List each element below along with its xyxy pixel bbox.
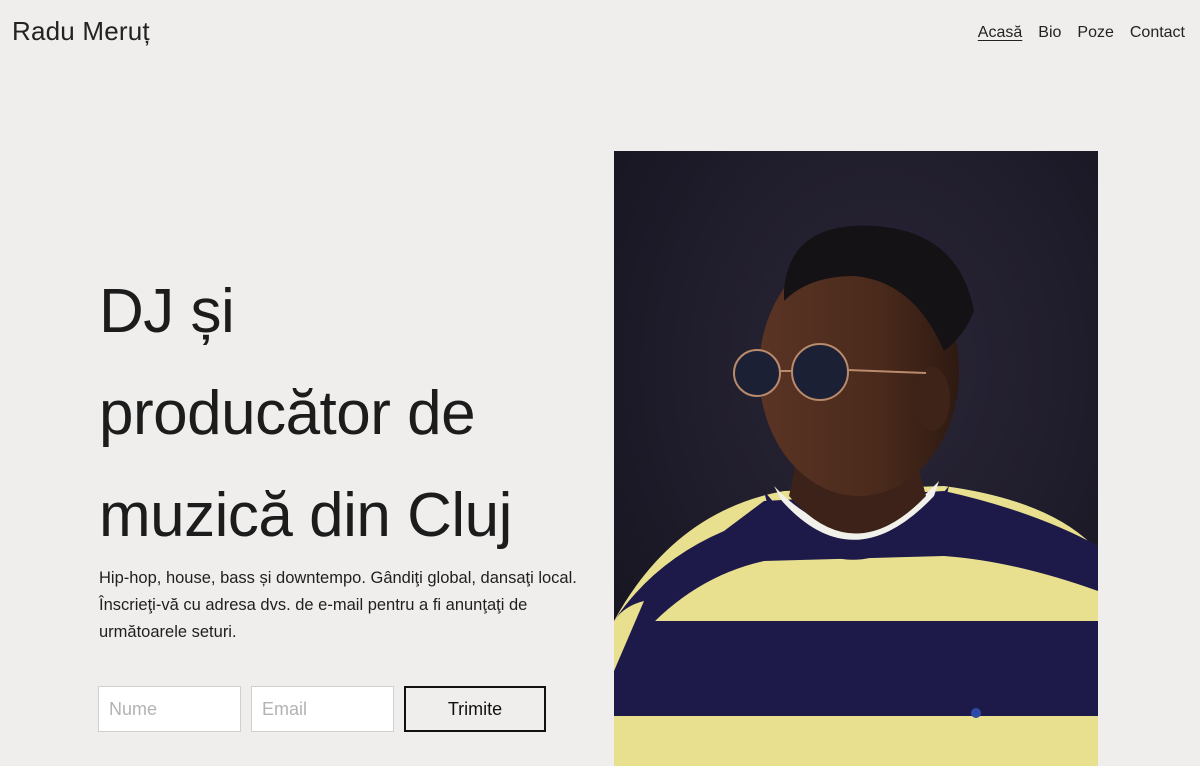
submit-button[interactable]: Trimite	[404, 686, 546, 732]
dj-portrait-photo	[614, 151, 1098, 766]
nav-link-contact[interactable]: Contact	[1130, 24, 1185, 42]
main-nav: Acasă Bio Poze Contact	[978, 24, 1185, 42]
nav-link-poze[interactable]: Poze	[1077, 24, 1113, 42]
nav-link-bio[interactable]: Bio	[1038, 24, 1061, 42]
site-title[interactable]: Radu Meruț	[12, 16, 150, 47]
portrait-illustration	[614, 151, 1098, 766]
hero-heading-line-2: producător de	[99, 379, 476, 448]
hero-heading-line-3: muzică din Cluj	[99, 481, 512, 550]
hero-heading: DJ și producător de muzică din Cluj	[99, 261, 579, 567]
signup-form: Trimite	[98, 686, 546, 732]
nav-link-acasa[interactable]: Acasă	[978, 24, 1022, 42]
hero-description: Hip-hop, house, bass și downtempo. Gândi…	[99, 569, 577, 641]
email-input[interactable]	[251, 686, 394, 732]
name-input[interactable]	[98, 686, 241, 732]
hero-heading-line-1: DJ și	[99, 277, 235, 346]
